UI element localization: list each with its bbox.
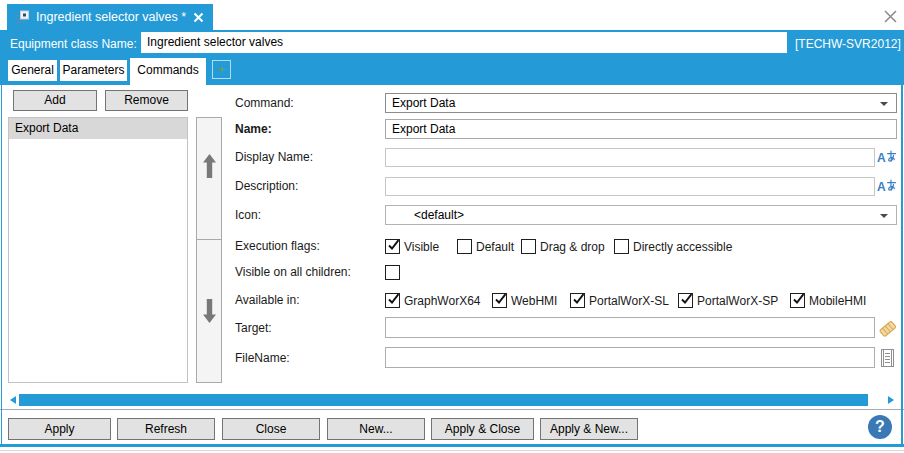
document-tab-title: Ingredient selector valves * xyxy=(36,10,186,24)
command-label: Command: xyxy=(235,93,294,113)
checkbox-visible[interactable] xyxy=(385,239,400,254)
checkbox-visible-label: Visible xyxy=(404,240,439,254)
display-name-input[interactable] xyxy=(385,148,875,167)
checkbox-portalworx-sp-label: PortalWorX-SP xyxy=(697,294,778,308)
list-item-selected[interactable]: Export Data xyxy=(9,118,187,139)
checkbox-default-label: Default xyxy=(476,240,514,254)
icon-value: <default> xyxy=(414,208,464,222)
scrollbar-left-arrow[interactable] xyxy=(10,396,16,404)
apply-close-button[interactable]: Apply & Close xyxy=(431,418,534,440)
tab-general[interactable]: General xyxy=(8,60,57,81)
remove-button[interactable]: Remove xyxy=(105,90,188,111)
equipment-class-name-input[interactable]: Ingredient selector valves xyxy=(141,32,787,53)
checkbox-drag-drop[interactable] xyxy=(521,239,536,254)
help-button[interactable]: ? xyxy=(868,415,892,439)
tab-parameters[interactable]: Parameters xyxy=(60,60,127,81)
filename-input[interactable] xyxy=(385,347,875,368)
execution-flags-label: Execution flags: xyxy=(235,239,320,254)
close-button[interactable]: Close xyxy=(222,418,320,440)
window-shadow xyxy=(0,450,904,451)
command-combobox[interactable]: Export Data xyxy=(385,93,897,113)
chevron-down-icon xyxy=(880,102,888,106)
window-close-icon[interactable] xyxy=(884,10,897,23)
name-label: Name: xyxy=(235,119,272,139)
equipment-class-editor-window: Ingredient selector valves * Equipment c… xyxy=(0,0,904,453)
svg-text:A: A xyxy=(877,180,886,194)
checkbox-drag-drop-label: Drag & drop xyxy=(540,240,605,254)
commands-list[interactable]: Export Data xyxy=(8,117,188,383)
server-badge: [TECHW-SVR2012] xyxy=(795,30,901,58)
document-tab[interactable]: Ingredient selector valves * xyxy=(7,4,213,30)
checkbox-portalworx-sp[interactable] xyxy=(678,293,693,308)
arrow-down-icon xyxy=(202,298,217,324)
equipment-class-icon xyxy=(15,9,29,25)
chevron-down-icon xyxy=(880,214,888,218)
window-border-right xyxy=(901,85,903,445)
tab-commands[interactable]: Commands xyxy=(130,58,206,85)
language-icon[interactable]: A xyxy=(877,150,897,164)
display-name-label: Display Name: xyxy=(235,148,313,167)
move-down-button[interactable] xyxy=(196,239,222,383)
description-input[interactable] xyxy=(385,177,875,196)
available-in-label: Available in: xyxy=(235,293,300,308)
command-value: Export Data xyxy=(392,96,455,110)
checkbox-graphworx64[interactable] xyxy=(385,293,400,308)
scrollbar-right-arrow[interactable] xyxy=(888,396,894,404)
icon-combobox[interactable]: <default> xyxy=(385,205,897,225)
checkbox-graphworx64-label: GraphWorX64 xyxy=(404,294,480,308)
checkbox-portalworx-sl[interactable] xyxy=(570,293,585,308)
scrollbar-thumb[interactable] xyxy=(19,394,868,406)
tag-icon[interactable] xyxy=(878,319,897,338)
language-icon[interactable]: A xyxy=(877,179,897,193)
checkbox-directly-accessible[interactable] xyxy=(614,239,629,254)
footer-separator xyxy=(0,409,904,410)
name-input[interactable]: Export Data xyxy=(385,119,897,139)
svg-text:A: A xyxy=(877,151,886,165)
icon-label: Icon: xyxy=(235,205,261,225)
document-close-icon[interactable] xyxy=(193,12,204,23)
checkbox-mobilehmi-label: MobileHMI xyxy=(809,294,866,308)
window-border-bottom xyxy=(0,444,904,447)
checkbox-mobilehmi[interactable] xyxy=(790,293,805,308)
checkbox-webhmi-label: WebHMI xyxy=(511,294,557,308)
target-input[interactable] xyxy=(385,317,875,338)
checkbox-directly-accessible-label: Directly accessible xyxy=(633,240,732,254)
file-icon[interactable] xyxy=(880,348,895,368)
target-label: Target: xyxy=(235,318,272,338)
visible-on-all-children-label: Visible on all children: xyxy=(235,265,351,280)
arrow-up-icon xyxy=(202,153,217,179)
checkbox-default[interactable] xyxy=(457,239,472,254)
apply-button[interactable]: Apply xyxy=(8,418,111,440)
window-border-left xyxy=(1,85,2,445)
apply-new-button[interactable]: Apply & New... xyxy=(540,418,638,440)
reorder-column xyxy=(196,117,222,383)
description-label: Description: xyxy=(235,177,298,196)
filename-label: FileName: xyxy=(235,348,290,368)
move-up-button[interactable] xyxy=(196,117,222,240)
new-button[interactable]: New... xyxy=(327,418,425,440)
checkbox-portalworx-sl-label: PortalWorX-SL xyxy=(589,294,669,308)
equipment-class-name-label: Equipment class Name: xyxy=(10,30,137,58)
tab-add-new[interactable]: + xyxy=(212,60,231,79)
checkbox-webhmi[interactable] xyxy=(492,293,507,308)
add-button[interactable]: Add xyxy=(13,90,97,111)
refresh-button[interactable]: Refresh xyxy=(117,418,215,440)
checkbox-visible-on-all-children[interactable] xyxy=(385,265,400,280)
